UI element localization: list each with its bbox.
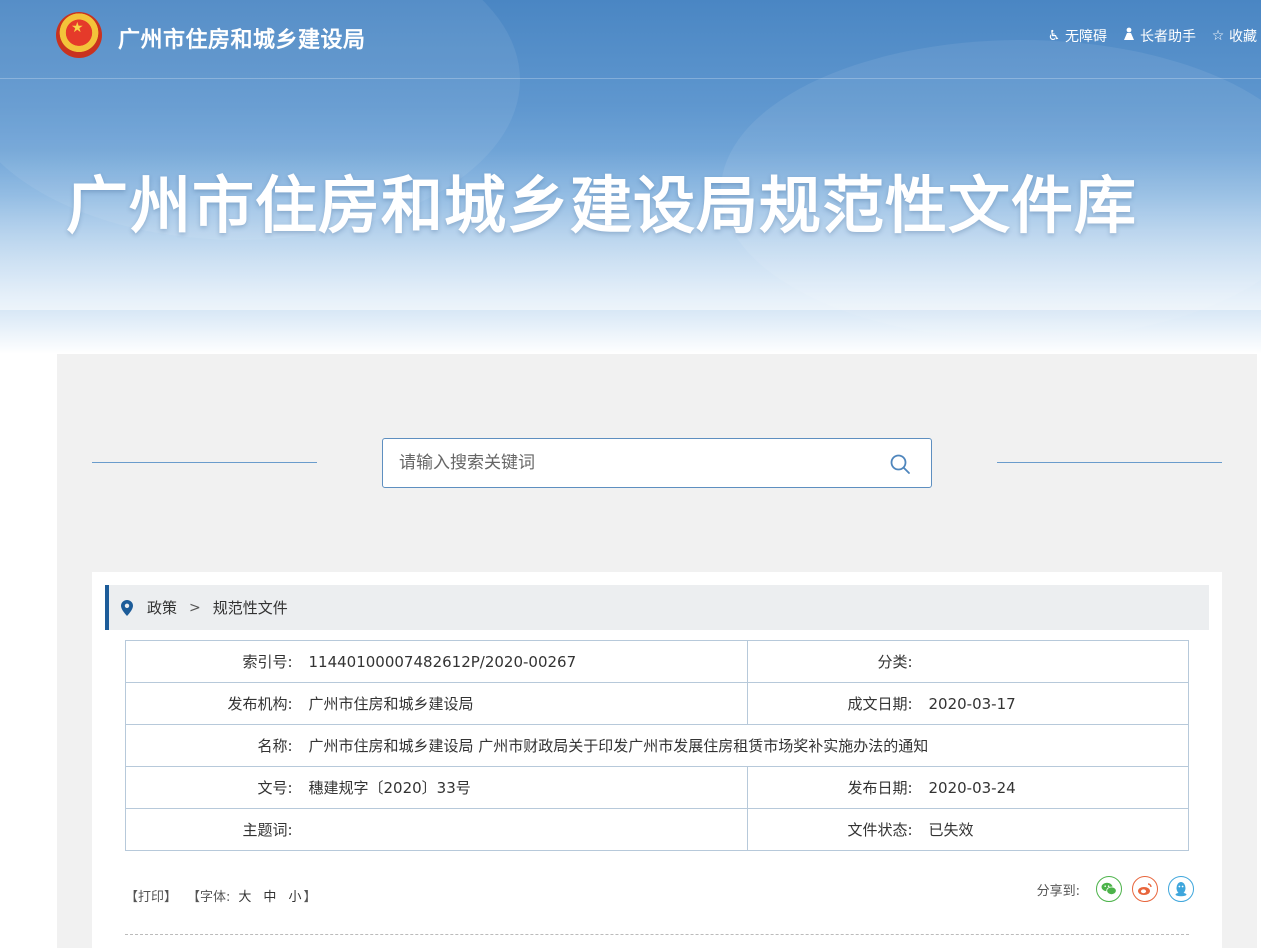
search-divider-right [997, 462, 1222, 463]
table-row: 索引号: 11440100007482612P/2020-00267 分类: [125, 640, 1189, 683]
elder-assistant-label: 长者助手 [1140, 29, 1196, 45]
document-info-table: 索引号: 11440100007482612P/2020-00267 分类: 发… [125, 640, 1189, 851]
share-label: 分享到: [1036, 883, 1080, 899]
top-links: ♿ 无障碍 长者助手 ☆ 收藏 [1046, 26, 1257, 46]
header-banner: ★ 广州市住房和城乡建设局 ♿ 无障碍 长者助手 ☆ 收藏 广州市住房和城乡建设… [0, 0, 1261, 354]
search-input[interactable] [383, 439, 873, 487]
main-content: 政策 > 规范性文件 索引号: 11440100007482612P/2020-… [57, 354, 1257, 948]
keywords-value [292, 808, 748, 851]
elder-assistant-link[interactable]: 长者助手 [1121, 26, 1196, 46]
site-title[interactable]: 广州市住房和城乡建设局 [118, 22, 366, 54]
table-row: 文号: 穗建规字〔2020〕33号 发布日期: 2020-03-24 [125, 766, 1189, 809]
index-value: 11440100007482612P/2020-00267 [292, 640, 748, 683]
table-row: 发布机构: 广州市住房和城乡建设局 成文日期: 2020-03-17 [125, 682, 1189, 725]
location-pin-icon [121, 599, 133, 616]
name-label: 名称: [125, 724, 293, 767]
qq-icon[interactable] [1168, 876, 1194, 902]
publisher-value: 广州市住房和城乡建设局 [292, 682, 748, 725]
created-date-value: 2020-03-17 [912, 682, 1189, 725]
breadcrumb-normative-docs[interactable]: 规范性文件 [213, 597, 288, 618]
wechat-icon[interactable] [1096, 876, 1122, 902]
search-box [382, 438, 932, 488]
font-size-prefix: 【字体: [187, 890, 231, 905]
keywords-label: 主题词: [125, 808, 293, 851]
search-icon[interactable] [889, 453, 911, 475]
publish-date-value: 2020-03-24 [912, 766, 1189, 809]
top-bar: ★ 广州市住房和城乡建设局 ♿ 无障碍 长者助手 ☆ 收藏 [0, 0, 1261, 79]
created-date-label: 成文日期: [747, 682, 913, 725]
chevron-right-icon: > [189, 599, 201, 616]
table-row: 名称: 广州市住房和城乡建设局 广州市财政局关于印发广州市发展住房租赁市场奖补实… [125, 724, 1189, 767]
category-value [912, 640, 1189, 683]
accessibility-label: 无障碍 [1065, 29, 1107, 45]
font-small-button[interactable]: 小 [288, 886, 301, 905]
accessibility-link[interactable]: ♿ 无障碍 [1046, 26, 1107, 46]
favorite-link[interactable]: ☆ 收藏 [1210, 26, 1257, 46]
divider [125, 934, 1189, 935]
breadcrumb-policy[interactable]: 政策 [147, 597, 177, 618]
status-label: 文件状态: [747, 808, 913, 851]
font-large-button[interactable]: 大 [238, 886, 251, 905]
index-label: 索引号: [125, 640, 293, 683]
wheelchair-icon: ♿ [1047, 28, 1061, 44]
document-card: 政策 > 规范性文件 索引号: 11440100007482612P/2020-… [92, 572, 1222, 948]
font-medium-button[interactable]: 中 [263, 886, 276, 905]
search-divider-left [92, 462, 317, 463]
status-value: 已失效 [912, 808, 1189, 851]
name-value: 广州市住房和城乡建设局 广州市财政局关于印发广州市发展住房租赁市场奖补实施办法的… [292, 724, 1189, 767]
font-size-suffix: 】 [303, 890, 317, 905]
publisher-label: 发布机构: [125, 682, 293, 725]
elder-icon [1121, 27, 1137, 45]
national-emblem-icon: ★ [56, 12, 102, 58]
publish-date-label: 发布日期: [747, 766, 913, 809]
favorite-label: 收藏 [1229, 29, 1257, 45]
category-label: 分类: [747, 640, 913, 683]
star-icon: ☆ [1211, 28, 1225, 44]
table-row: 主题词: 文件状态: 已失效 [125, 808, 1189, 851]
print-button[interactable]: 【打印】 [125, 886, 177, 905]
share-bar: 分享到: [1037, 876, 1194, 902]
weibo-icon[interactable] [1132, 876, 1158, 902]
breadcrumb: 政策 > 规范性文件 [105, 585, 1209, 630]
doc-number-label: 文号: [125, 766, 293, 809]
doc-number-value: 穗建规字〔2020〕33号 [292, 766, 748, 809]
hero-title: 广州市住房和城乡建设局规范性文件库 [66, 169, 1138, 242]
page-tools: 【打印】 【字体: 大 中 小 】 [125, 886, 316, 905]
